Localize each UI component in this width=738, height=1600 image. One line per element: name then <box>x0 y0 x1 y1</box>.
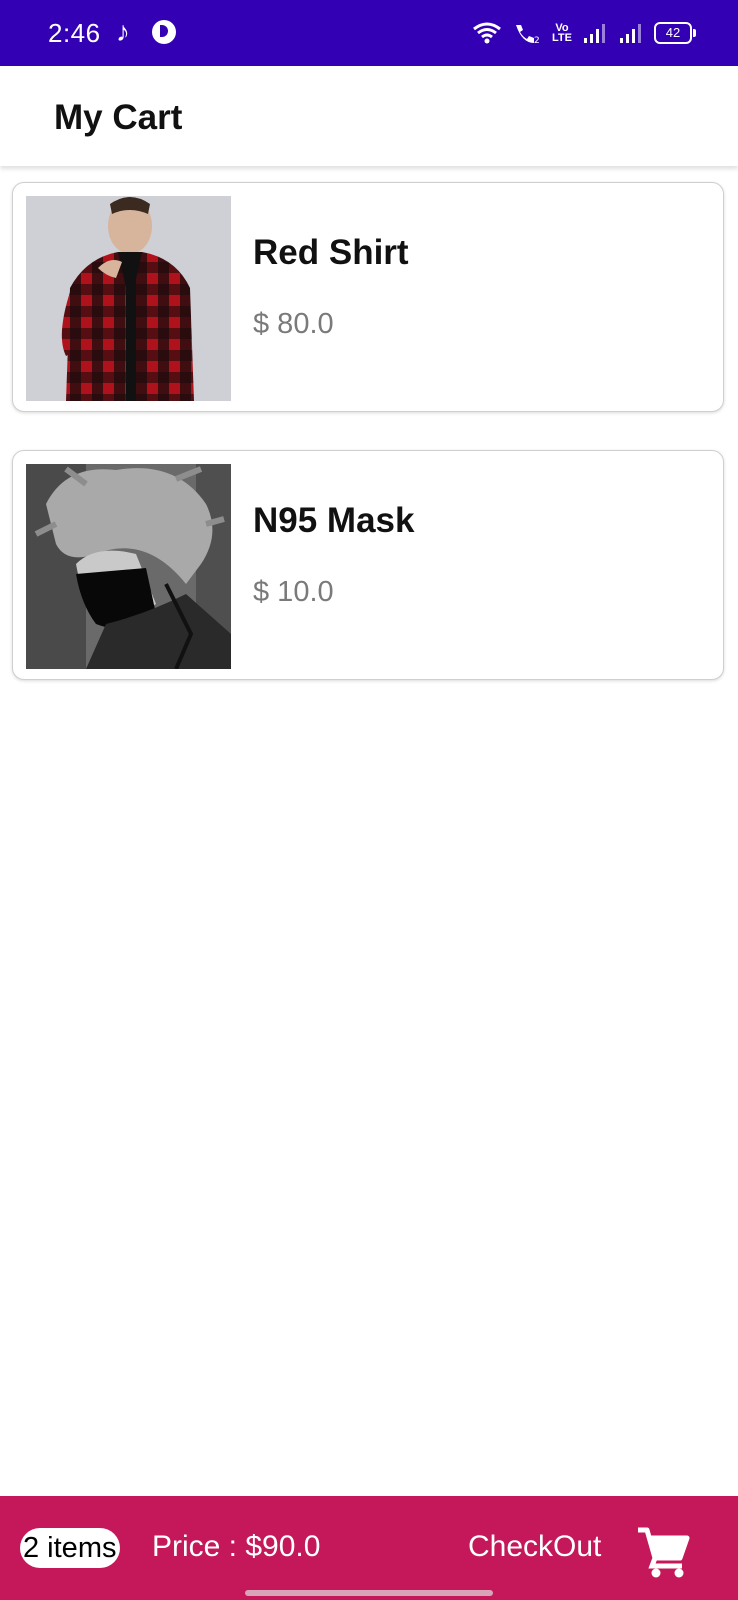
status-time: 2:46 <box>48 18 101 48</box>
items-count-badge: 2 items <box>20 1528 121 1568</box>
shopping-cart-icon[interactable] <box>636 1526 690 1578</box>
svg-text:2: 2 <box>534 36 540 45</box>
wifi-icon <box>473 22 501 44</box>
app-notification-icon <box>152 20 176 44</box>
signal-icon <box>620 24 641 43</box>
checkout-button[interactable]: CheckOut <box>468 1530 601 1564</box>
total-price: Price : $90.0 <box>152 1530 321 1563</box>
item-price: $ 10.0 <box>253 576 334 608</box>
status-icons: 2 Vo LTE 42 <box>472 16 696 50</box>
volte-icon: Vo LTE <box>552 22 572 44</box>
item-name: Red Shirt <box>253 233 409 272</box>
item-price: $ 80.0 <box>253 308 334 340</box>
battery-icon: 42 <box>654 22 696 44</box>
anime-character-mask-photo <box>26 464 231 669</box>
gesture-nav-handle[interactable] <box>245 1590 493 1596</box>
signal-icon <box>584 24 605 43</box>
red-plaid-shirt-photo <box>26 196 231 401</box>
page-title: My Cart <box>54 98 183 137</box>
music-note-icon: ♪ <box>116 16 130 47</box>
app-bar: My Cart <box>0 66 738 166</box>
item-name: N95 Mask <box>253 501 415 540</box>
checkout-bar: 2 items Price : $90.0 CheckOut <box>0 1496 738 1600</box>
cart-item-card[interactable]: N95 Mask $ 10.0 <box>12 450 724 680</box>
wifi-calling-icon: 2 <box>516 25 540 45</box>
status-bar: 2:46 ♪ 2 Vo LTE 42 <box>0 0 738 66</box>
cart-item-card[interactable]: Red Shirt $ 80.0 <box>12 182 724 412</box>
